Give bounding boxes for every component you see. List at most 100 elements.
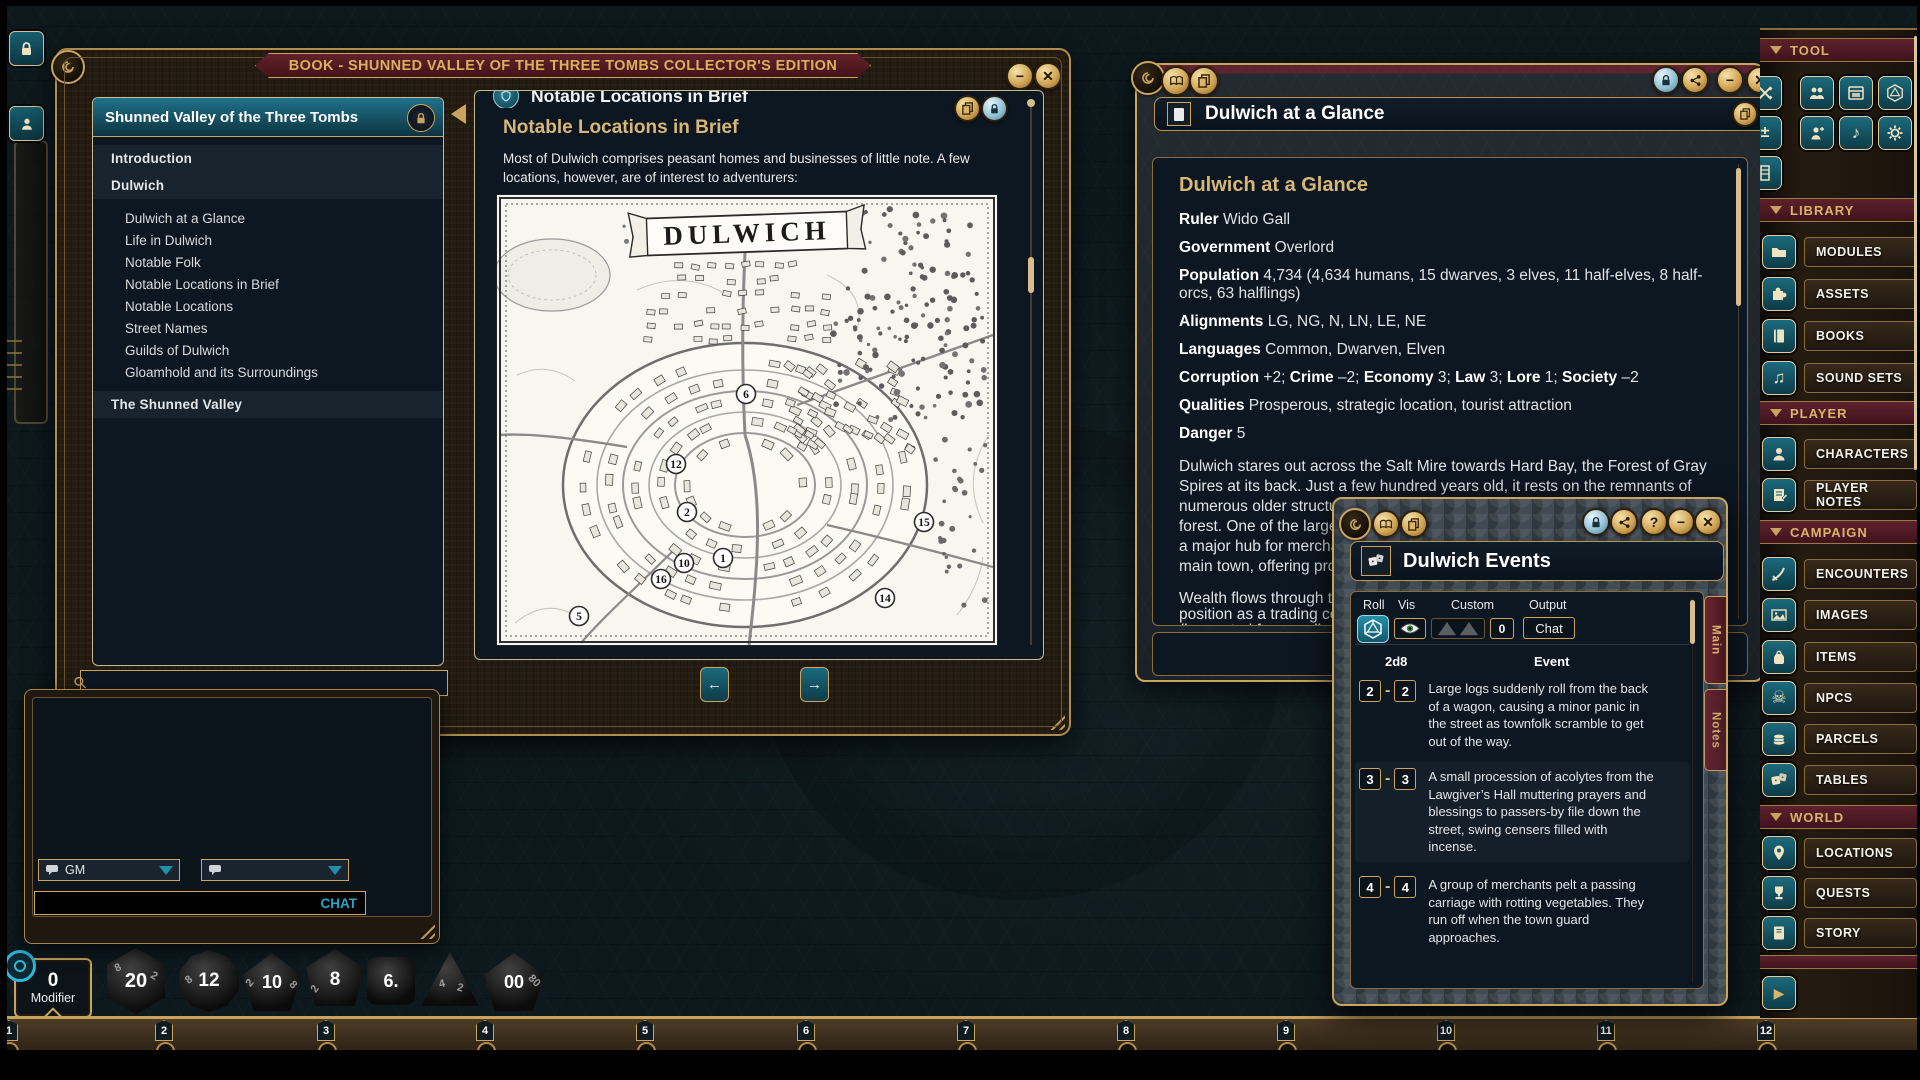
- lock-button[interactable]: [9, 31, 44, 66]
- toc-entry[interactable]: Introduction: [93, 145, 443, 172]
- open-book-view-button[interactable]: [1161, 66, 1191, 96]
- section-library[interactable]: LIBRARY: [1760, 198, 1920, 222]
- toc-entry[interactable]: Street Names: [93, 317, 443, 339]
- targeting-icon[interactable]: [4, 950, 36, 982]
- pop-out-button[interactable]: [1732, 101, 1758, 127]
- sidebar-item-modules[interactable]: MODULES: [1762, 235, 1918, 269]
- minimize-button[interactable]: −: [1667, 508, 1695, 536]
- chat-input[interactable]: [35, 896, 321, 911]
- sidebar-item-sound-sets[interactable]: ♫ SOUND SETS: [1762, 361, 1918, 395]
- sidebar-item-assets[interactable]: ASSETS: [1762, 277, 1918, 311]
- window-menu-button[interactable]: [1339, 508, 1371, 540]
- dice-tower-icon[interactable]: [1760, 156, 1782, 190]
- gear-icon[interactable]: [1878, 116, 1912, 150]
- toc-entry[interactable]: Notable Folk: [93, 251, 443, 273]
- window-menu-button[interactable]: [51, 50, 85, 84]
- sidebar-item-parcels[interactable]: PARCELS: [1762, 722, 1918, 756]
- table-row[interactable]: 3 - 3 A small procession of acolytes fro…: [1355, 762, 1689, 862]
- duplicate-window-button[interactable]: [1400, 510, 1428, 538]
- custom-modifier-box[interactable]: 0: [1490, 618, 1514, 639]
- glance-scrollbar-thumb[interactable]: [1736, 168, 1741, 306]
- play-button[interactable]: ▶: [1762, 976, 1796, 1010]
- sidebar-item-locations[interactable]: LOCATIONS: [1762, 836, 1918, 870]
- plus-minus-icon[interactable]: ±: [1760, 116, 1782, 150]
- resize-handle[interactable]: [1045, 710, 1065, 730]
- toc-entry[interactable]: Guilds of Dulwich: [93, 339, 443, 361]
- crossed-swords-icon[interactable]: [1760, 76, 1782, 110]
- range-to[interactable]: 3: [1394, 768, 1416, 790]
- unlock-toggle-button[interactable]: [981, 95, 1008, 122]
- duplicate-window-button[interactable]: [1189, 66, 1219, 96]
- visibility-toggle[interactable]: [1394, 618, 1426, 639]
- range-from[interactable]: 4: [1359, 876, 1381, 898]
- page-scrollbar-track[interactable]: [1030, 105, 1032, 645]
- range-to[interactable]: 2: [1394, 680, 1416, 702]
- minimize-button[interactable]: −: [1716, 66, 1744, 94]
- sidebar-item-npcs[interactable]: ☠ NPCS: [1762, 681, 1918, 715]
- toc-header[interactable]: Shunned Valley of the Three Tombs: [93, 98, 443, 137]
- sidebar-item-quests[interactable]: QUESTS: [1762, 876, 1918, 910]
- events-titlebar[interactable]: Dulwich Events: [1350, 541, 1724, 581]
- resize-handle[interactable]: [415, 919, 435, 939]
- copy-page-button[interactable]: [954, 95, 981, 122]
- toc-entry[interactable]: The Shunned Valley: [93, 391, 443, 418]
- table-row[interactable]: 2 - 2 Large logs suddenly roll from the …: [1355, 674, 1689, 756]
- lock-button[interactable]: [1582, 508, 1610, 536]
- open-book-view-button[interactable]: [1372, 510, 1400, 538]
- glance-titlebar[interactable]: Dulwich at a Glance: [1154, 97, 1771, 131]
- minimize-button[interactable]: −: [1006, 62, 1034, 90]
- window-menu-button[interactable]: [1131, 61, 1165, 95]
- dulwich-town-map[interactable]: DULWICH 6 12 2 1 10 16 5 15 14: [497, 195, 997, 645]
- events-scrollbar-thumb[interactable]: [1690, 600, 1695, 644]
- page-scrollbar-thumb[interactable]: [1028, 257, 1034, 293]
- calendar-icon[interactable]: [1839, 76, 1873, 110]
- sidebar-item-encounters[interactable]: ENCOUNTERS: [1762, 557, 1918, 591]
- chat-speaker-select[interactable]: GM: [38, 859, 180, 881]
- toc-entry[interactable]: Dulwich: [93, 172, 443, 199]
- section-tool[interactable]: TOOL: [1760, 38, 1920, 62]
- chat-identity-select[interactable]: [201, 859, 349, 881]
- roll-table-button[interactable]: [1357, 615, 1389, 643]
- sidebar-item-images[interactable]: IMAGES: [1762, 598, 1918, 632]
- effects-icon[interactable]: [1800, 116, 1834, 150]
- output-mode-button[interactable]: Chat: [1523, 617, 1575, 639]
- lock-button[interactable]: [1652, 66, 1680, 94]
- toc-entry[interactable]: Gloamhold and its Surroundings: [93, 361, 443, 383]
- chat-log[interactable]: [32, 697, 432, 917]
- sidebar-item-characters[interactable]: CHARACTERS: [1762, 437, 1918, 471]
- sidebar-item-tables[interactable]: TABLES: [1762, 763, 1918, 797]
- collapsed-section-bar[interactable]: [1760, 955, 1920, 969]
- range-to[interactable]: 4: [1394, 876, 1416, 898]
- people-icon[interactable]: [1800, 76, 1834, 110]
- share-button[interactable]: [1681, 66, 1709, 94]
- tab-main[interactable]: Main: [1704, 596, 1726, 684]
- toc-entry[interactable]: Dulwich at a Glance: [93, 207, 443, 229]
- d20-icon[interactable]: [1878, 76, 1912, 110]
- close-button[interactable]: ✕: [1034, 62, 1062, 90]
- music-note-icon[interactable]: ♪: [1839, 116, 1873, 150]
- range-from[interactable]: 3: [1359, 768, 1381, 790]
- custom-dice-slots[interactable]: [1431, 618, 1485, 639]
- events-scrollbar-track[interactable]: [1692, 598, 1693, 982]
- collapse-toc-arrow[interactable]: [451, 104, 466, 124]
- toc-entry[interactable]: Life in Dulwich: [93, 229, 443, 251]
- toc-entry[interactable]: Notable Locations: [93, 295, 443, 317]
- close-button[interactable]: ✕: [1694, 508, 1722, 536]
- range-from[interactable]: 2: [1359, 680, 1381, 702]
- sidebar-item-story[interactable]: STORY: [1762, 916, 1918, 950]
- tab-notes[interactable]: Notes: [1704, 689, 1726, 771]
- previous-page-button[interactable]: ←: [700, 667, 729, 702]
- table-row[interactable]: 4 - 4 A group of merchants pelt a passin…: [1355, 870, 1689, 952]
- toc-lock-button[interactable]: [407, 104, 435, 132]
- player-view-button[interactable]: [9, 106, 44, 141]
- next-page-button[interactable]: →: [800, 667, 829, 702]
- share-button[interactable]: [1610, 508, 1638, 536]
- help-button[interactable]: ?: [1640, 508, 1668, 536]
- sidebar-item-items[interactable]: ITEMS: [1762, 640, 1918, 674]
- sidebar-item-player-notes[interactable]: PLAYER NOTES: [1762, 478, 1918, 512]
- toc-entry[interactable]: Notable Locations in Brief: [93, 273, 443, 295]
- section-player[interactable]: PLAYER: [1760, 401, 1920, 425]
- d6-die[interactable]: 6.: [367, 957, 415, 1005]
- section-world[interactable]: WORLD: [1760, 805, 1920, 829]
- section-campaign[interactable]: CAMPAIGN: [1760, 520, 1920, 544]
